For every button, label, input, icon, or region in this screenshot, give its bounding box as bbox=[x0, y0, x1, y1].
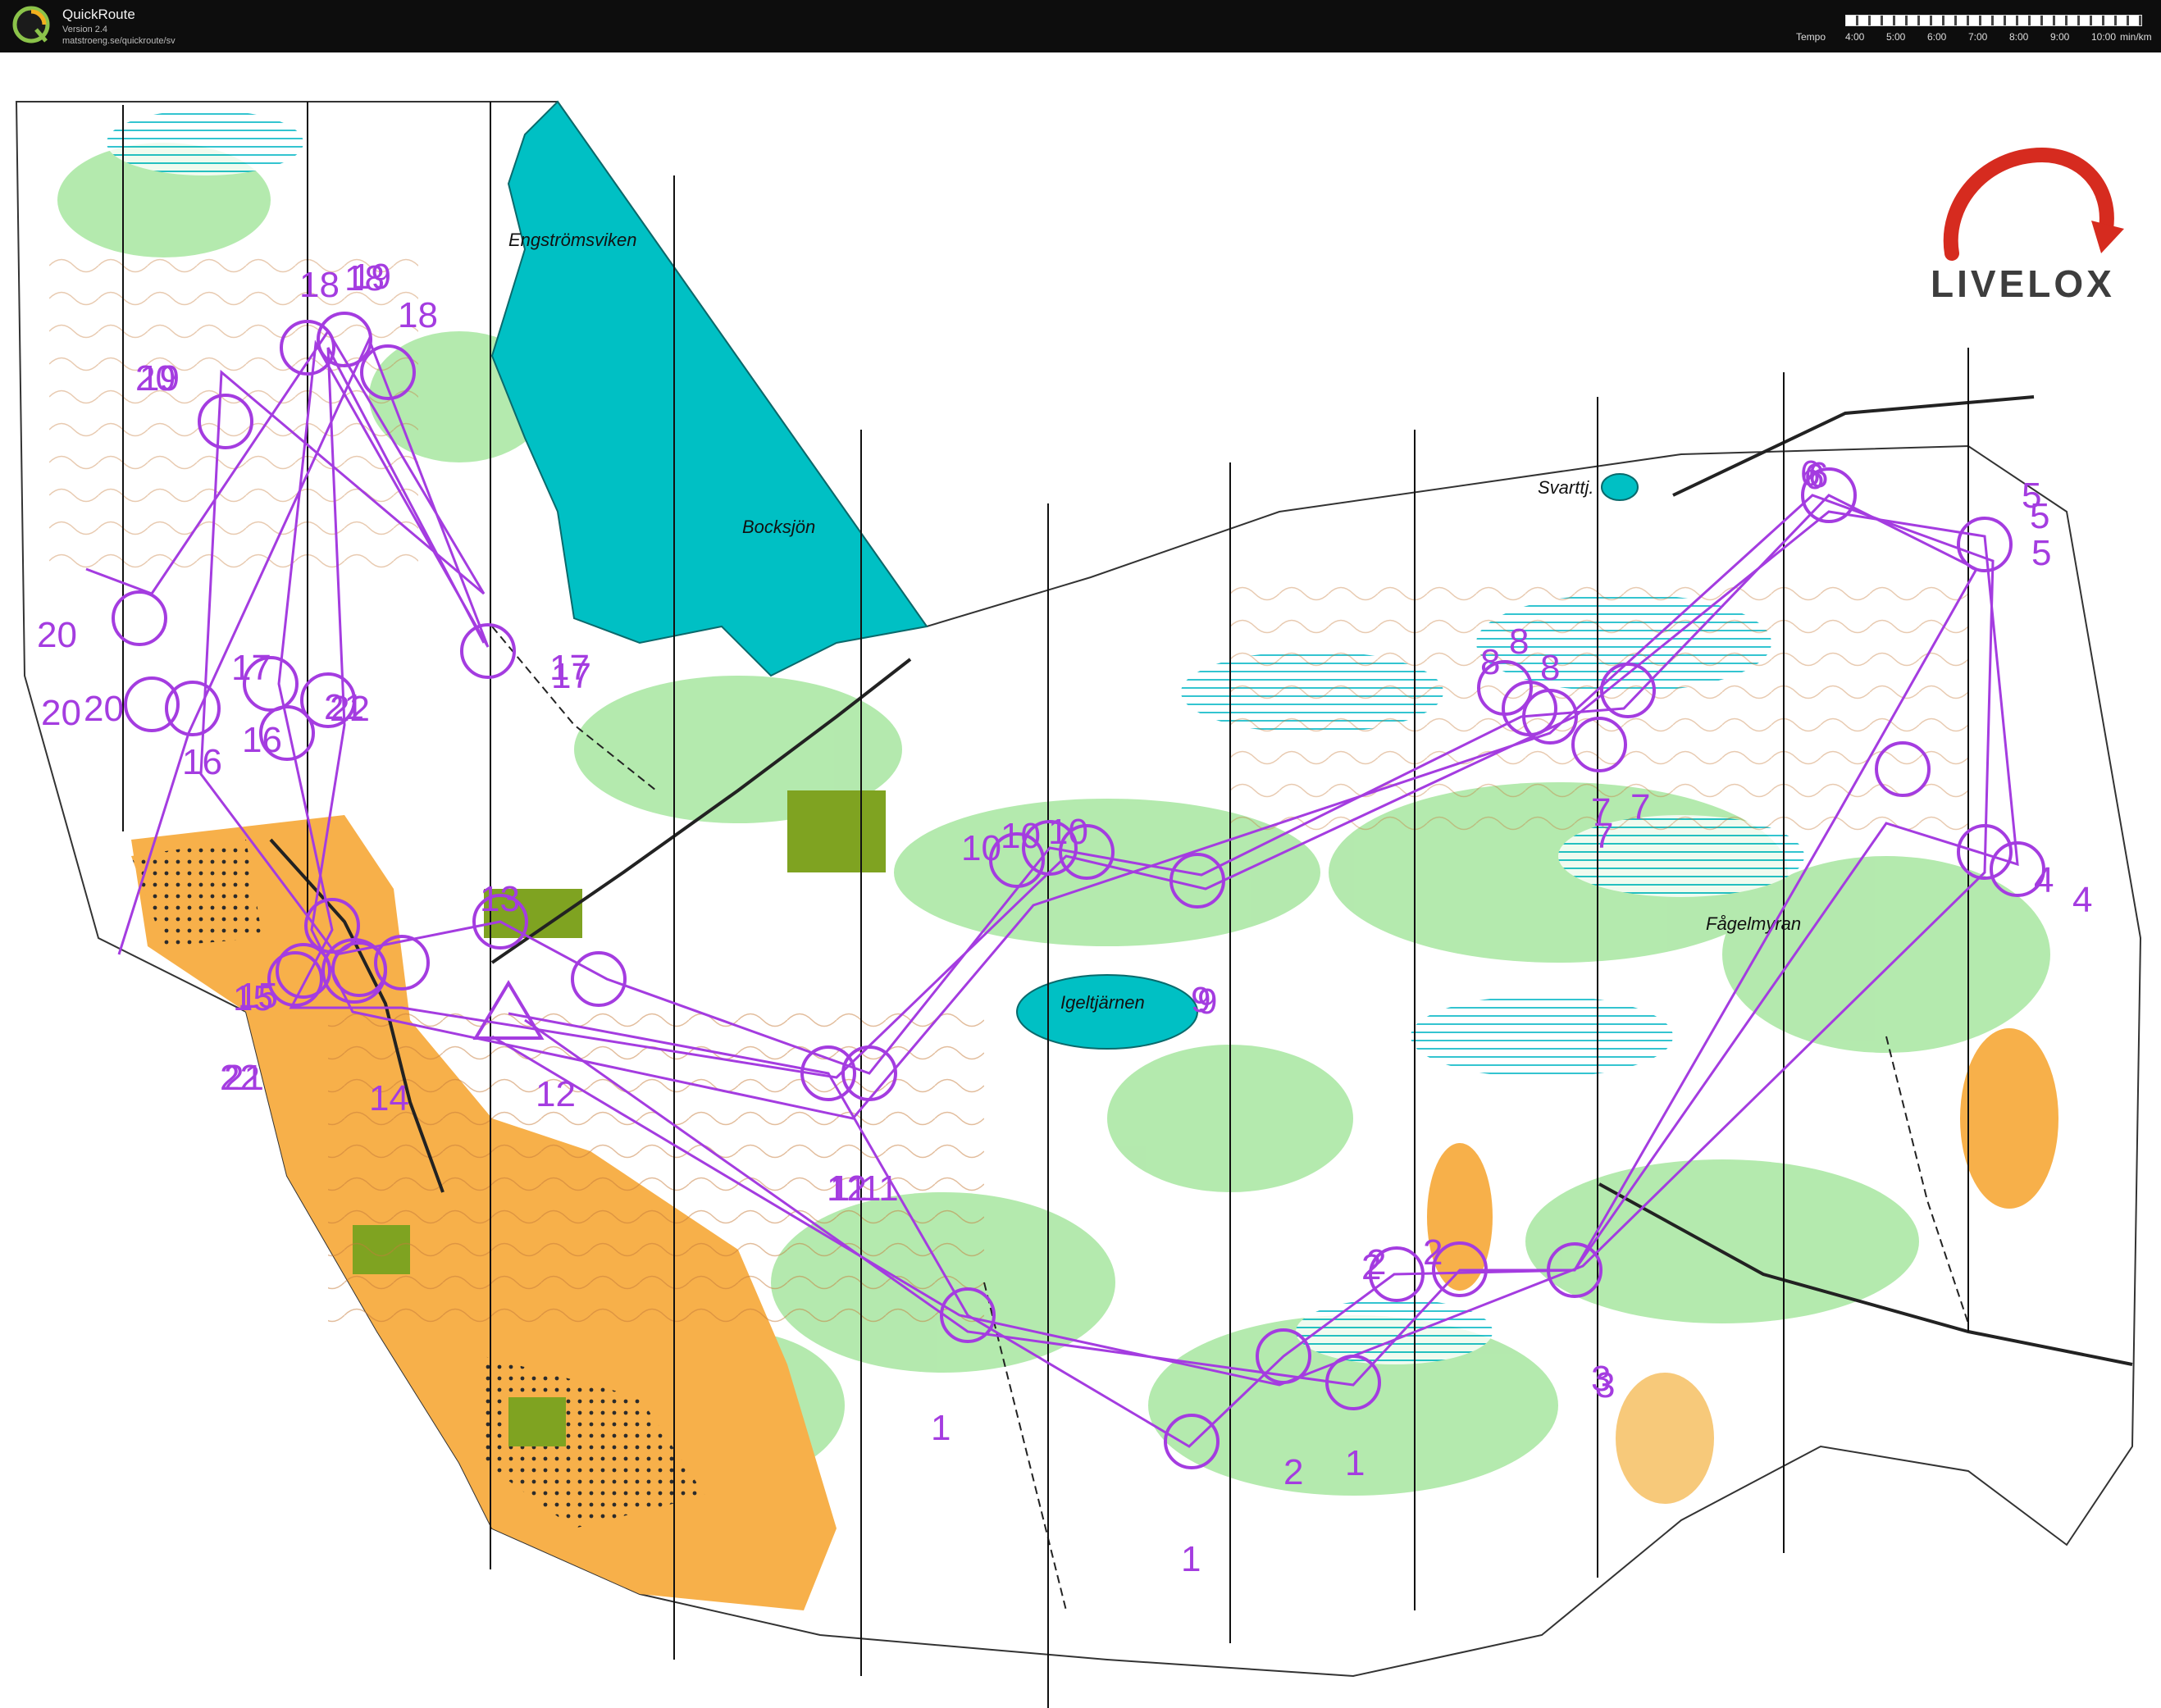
label-igeltjarnen: Igeltjärnen bbox=[1060, 992, 1145, 1013]
control-number: 15 bbox=[238, 976, 278, 1016]
tempo-tick: 5:00 bbox=[1886, 31, 1906, 43]
livelox-logo: LIVELOX bbox=[1919, 139, 2140, 311]
control-number: 3 bbox=[1595, 1365, 1615, 1405]
control-number: 5 bbox=[2030, 496, 2049, 536]
app-url: matstroeng.se/quickroute/sv bbox=[62, 36, 176, 46]
control-number: 14 bbox=[369, 1078, 409, 1118]
control-number: 10 bbox=[1048, 812, 1088, 852]
control-number: 18 bbox=[299, 265, 340, 305]
app-name: QuickRoute bbox=[62, 7, 135, 22]
control-number: 22 bbox=[220, 1058, 260, 1098]
control-number: 8 bbox=[1509, 622, 1529, 662]
control-number: 5 bbox=[2031, 533, 2051, 573]
control-number: 7 bbox=[1593, 816, 1613, 856]
tempo-tick: 8:00 bbox=[2009, 31, 2029, 43]
tempo-tick: 7:00 bbox=[1968, 31, 1988, 43]
orienteering-map[interactable]: Engströmsviken Bocksjön Svarttj. Igeltjä… bbox=[0, 52, 2161, 1708]
app-version: Version 2.4 bbox=[62, 25, 108, 34]
control-number: 22 bbox=[330, 689, 370, 729]
control-number: 6 bbox=[1804, 457, 1824, 497]
quickroute-logo-icon bbox=[12, 6, 50, 43]
control-number: 9 bbox=[1197, 982, 1217, 1022]
tempo-tick: 6:00 bbox=[1927, 31, 1947, 43]
tempo-tick: 4:00 bbox=[1845, 31, 1865, 43]
control-number: 1 bbox=[1345, 1443, 1365, 1483]
tempo-scale: Tempo 4:00 5:00 6:00 7:00 8:00 9:00 10:0… bbox=[1788, 7, 2152, 46]
control-number: 4 bbox=[2072, 880, 2092, 920]
label-svarttj: Svarttj. bbox=[1538, 477, 1593, 498]
control-number: 10 bbox=[1001, 816, 1041, 856]
livelox-wordmark: LIVELOX bbox=[1931, 262, 2115, 305]
tempo-tick: 10:00 bbox=[2091, 31, 2117, 43]
control-number: 4 bbox=[2034, 860, 2054, 900]
label-fagelmyran: Fågelmyran bbox=[1706, 913, 1801, 934]
control-number: 20 bbox=[37, 615, 77, 655]
quickroute-header: QuickRoute Version 2.4 matstroeng.se/qui… bbox=[0, 0, 2161, 52]
tempo-color-bar bbox=[1845, 15, 2142, 26]
control-number: 2 bbox=[1423, 1232, 1443, 1273]
svarttj-pond bbox=[1601, 473, 1639, 501]
control-number: 1 bbox=[1181, 1539, 1201, 1579]
control-number: 12 bbox=[536, 1074, 576, 1114]
label-engstromsviken: Engströmsviken bbox=[508, 230, 637, 250]
control-number: 16 bbox=[182, 742, 222, 782]
control-number: 19 bbox=[351, 257, 391, 297]
control-number: 20 bbox=[135, 358, 176, 399]
control-number: 20 bbox=[41, 693, 81, 733]
control-number: 16 bbox=[242, 720, 282, 760]
control-number: 18 bbox=[398, 295, 438, 335]
control-number: 17 bbox=[231, 648, 271, 688]
control-number: 1 bbox=[931, 1408, 951, 1448]
control-number: 2 bbox=[1366, 1242, 1386, 1282]
label-bocksjon: Bocksjön bbox=[742, 517, 815, 537]
tempo-label: Tempo bbox=[1796, 31, 1826, 43]
control-number: 8 bbox=[1480, 642, 1500, 682]
control-number: 7 bbox=[1630, 787, 1650, 827]
livelox-swoosh-icon bbox=[1943, 147, 2124, 261]
control-number: 20 bbox=[84, 689, 124, 729]
tempo-tick: min/km bbox=[2120, 31, 2152, 43]
tempo-tick: 9:00 bbox=[2050, 31, 2070, 43]
control-number: 10 bbox=[961, 828, 1001, 868]
control-number: 17 bbox=[551, 656, 591, 696]
control-number: 2 bbox=[1283, 1452, 1303, 1492]
control-number: 12 bbox=[827, 1168, 867, 1209]
map-canvas[interactable]: Engströmsviken Bocksjön Svarttj. Igeltjä… bbox=[0, 52, 2161, 1708]
control-number: 8 bbox=[1540, 648, 1560, 688]
control-number: 13 bbox=[480, 879, 520, 919]
